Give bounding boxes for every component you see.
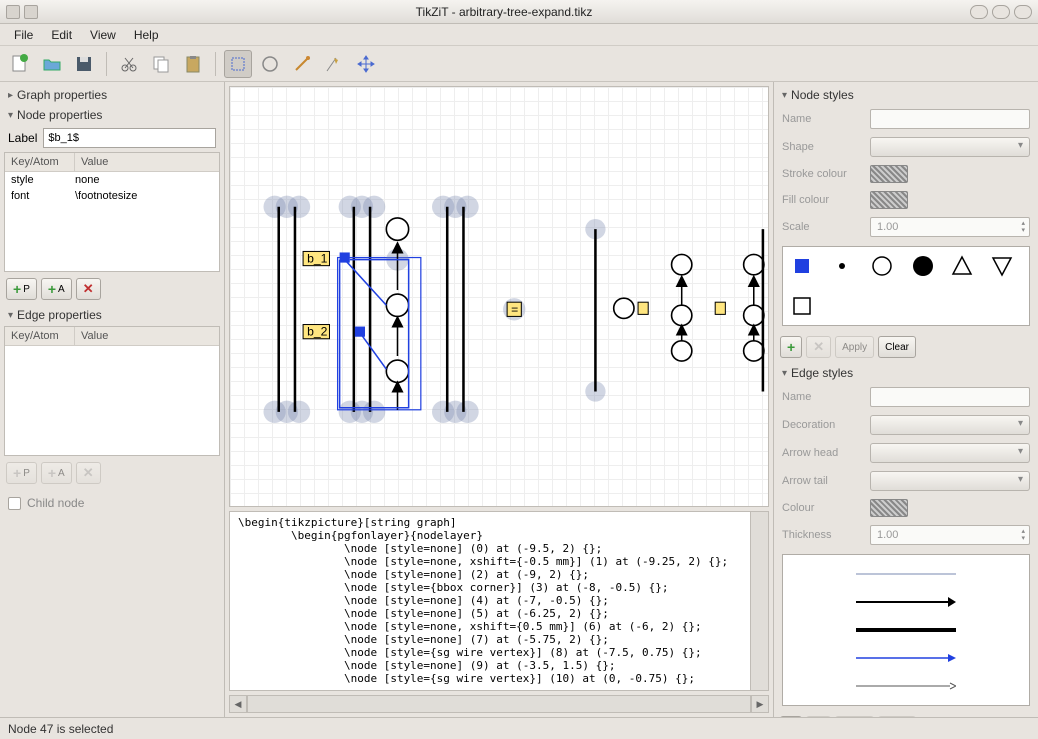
edge-colour-swatch[interactable] (870, 499, 908, 517)
edge-styles-header[interactable]: ▾Edge styles (778, 364, 1034, 382)
add-property-button-2: +P (6, 462, 37, 484)
new-button[interactable] (6, 50, 34, 78)
edge-style-arrow[interactable] (856, 593, 956, 611)
app-icon-2 (24, 5, 38, 19)
node-add-button[interactable]: + (780, 336, 802, 358)
node-palette (782, 246, 1030, 326)
edge-style-blue-arrow[interactable] (856, 649, 956, 667)
left-panel: ▸Graph properties ▾Node properties Label… (0, 82, 225, 717)
node-clear-button[interactable]: Clear (878, 336, 916, 358)
move-tool[interactable] (352, 50, 380, 78)
palette-triangle-down[interactable] (991, 255, 1013, 277)
node-remove-button: ✕ (806, 336, 831, 358)
right-panel: ▾Node styles Name Shape Stroke colour Fi… (773, 82, 1038, 717)
thickness-spinner[interactable]: 1.00 (870, 525, 1030, 545)
code-scrollbar[interactable] (751, 511, 769, 691)
scale-spinner[interactable]: 1.00 (870, 217, 1030, 237)
add-property-button[interactable]: +P (6, 278, 37, 300)
node-properties-header[interactable]: ▾Node properties (4, 106, 220, 124)
edge-tool[interactable] (288, 50, 316, 78)
menu-edit[interactable]: Edit (43, 26, 80, 44)
decoration-select[interactable] (870, 415, 1030, 435)
label-label: Label (8, 131, 37, 145)
menu-view[interactable]: View (82, 26, 124, 44)
node-styles-header[interactable]: ▾Node styles (778, 86, 1034, 104)
edge-remove-button: ✕ (806, 716, 831, 717)
h-scrollbar[interactable] (247, 695, 751, 713)
node-name-input[interactable] (870, 109, 1030, 129)
child-node-checkbox[interactable] (8, 497, 21, 510)
edge-style-thin-arrow[interactable] (856, 677, 956, 695)
edge-palette (782, 554, 1030, 706)
node-tool[interactable] (256, 50, 284, 78)
maximize-button[interactable] (992, 5, 1010, 19)
palette-blue-square[interactable] (791, 255, 813, 277)
fill-swatch[interactable] (870, 191, 908, 209)
code-view[interactable]: \begin{tikzpicture}[string graph] \begin… (229, 511, 751, 691)
edge-clear-button: Clear (878, 716, 916, 717)
graph-properties-header[interactable]: ▸Graph properties (4, 86, 220, 104)
canvas[interactable]: b_1 b_2 = (229, 86, 769, 507)
scroll-right-button[interactable]: ▶ (751, 695, 769, 713)
edge-kv-table[interactable]: Key/AtomValue (4, 326, 220, 456)
child-node-label: Child node (27, 496, 84, 510)
scroll-left-button[interactable]: ◀ (229, 695, 247, 713)
select-tool[interactable] (224, 50, 252, 78)
remove-button[interactable]: ✕ (76, 278, 101, 300)
paste-button[interactable] (179, 50, 207, 78)
palette-circle[interactable] (871, 255, 893, 277)
edge-properties-header[interactable]: ▾Edge properties (4, 306, 220, 324)
crop-tool[interactable] (320, 50, 348, 78)
arrow-head-select[interactable] (870, 443, 1030, 463)
edge-name-input[interactable] (870, 387, 1030, 407)
menubar: File Edit View Help (0, 24, 1038, 46)
toolbar (0, 46, 1038, 82)
cut-button[interactable] (115, 50, 143, 78)
app-icon (6, 5, 20, 19)
open-button[interactable] (38, 50, 66, 78)
chevron-down-icon: ▾ (8, 310, 13, 321)
add-atom-button[interactable]: +A (41, 278, 72, 300)
palette-dot[interactable] (831, 255, 853, 277)
node-apply-button: Apply (835, 336, 874, 358)
palette-filled-circle[interactable] (911, 255, 933, 277)
remove-button-2: ✕ (76, 462, 101, 484)
minimize-button[interactable] (970, 5, 988, 19)
stroke-swatch[interactable] (870, 165, 908, 183)
edge-style-thick[interactable] (856, 621, 956, 639)
add-atom-button-2: +A (41, 462, 72, 484)
edge-apply-button: Apply (835, 716, 874, 717)
edge-style-thin[interactable] (856, 565, 956, 583)
titlebar: TikZiT - arbitrary-tree-expand.tikz (0, 0, 1038, 24)
chevron-right-icon: ▸ (8, 90, 13, 101)
palette-square[interactable] (791, 295, 813, 317)
statusbar: Node 47 is selected (0, 717, 1038, 739)
window-title: TikZiT - arbitrary-tree-expand.tikz (38, 5, 970, 19)
save-button[interactable] (70, 50, 98, 78)
svg-text:=: = (511, 302, 518, 316)
label-input[interactable] (43, 128, 216, 148)
svg-text:b_2: b_2 (307, 325, 328, 339)
status-text: Node 47 is selected (8, 722, 113, 736)
menu-file[interactable]: File (6, 26, 41, 44)
palette-triangle-up[interactable] (951, 255, 973, 277)
shape-select[interactable] (870, 137, 1030, 157)
svg-text:b_1: b_1 (307, 252, 328, 266)
chevron-down-icon: ▾ (8, 110, 13, 121)
copy-button[interactable] (147, 50, 175, 78)
node-kv-table[interactable]: Key/AtomValue stylenone font\footnotesiz… (4, 152, 220, 272)
arrow-tail-select[interactable] (870, 471, 1030, 491)
menu-help[interactable]: Help (126, 26, 167, 44)
close-button[interactable] (1014, 5, 1032, 19)
